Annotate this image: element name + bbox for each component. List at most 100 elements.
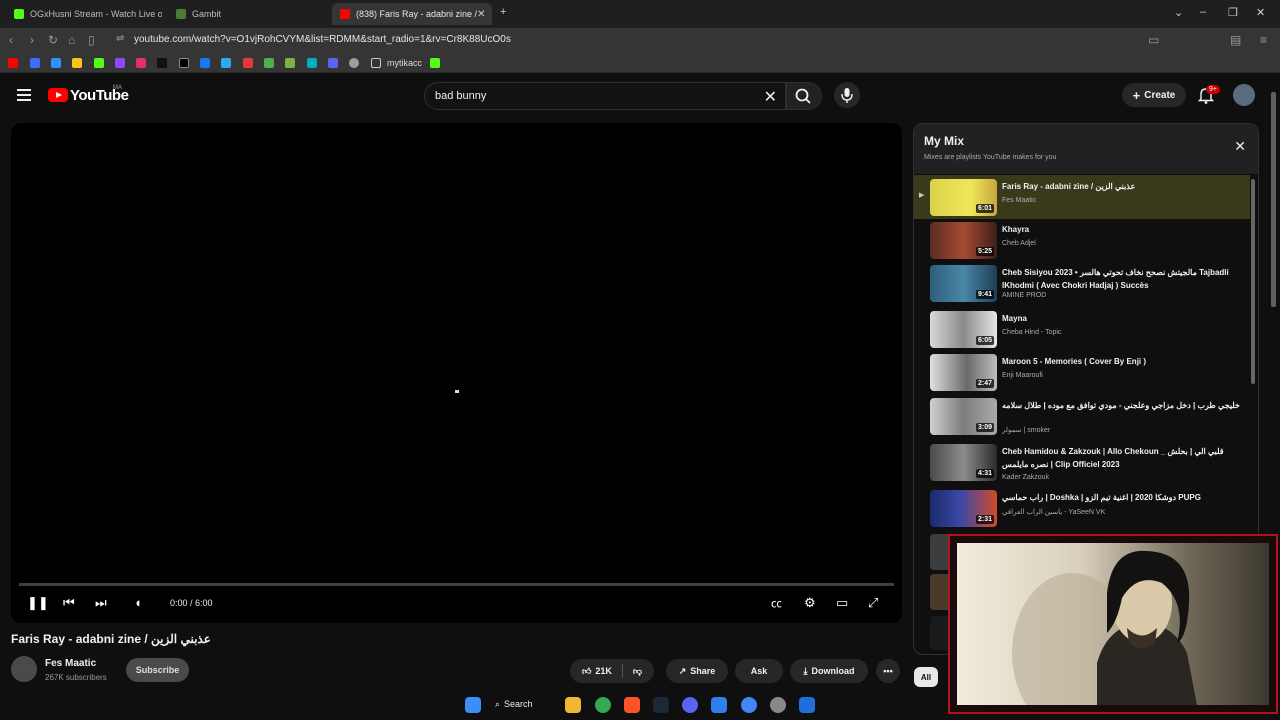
- clear-search-icon[interactable]: ✕: [764, 87, 777, 107]
- more-actions-button[interactable]: •••: [876, 659, 900, 683]
- app-icon[interactable]: [799, 697, 815, 713]
- windows-start-icon[interactable]: [465, 697, 481, 713]
- search-box[interactable]: bad bunny ✕: [424, 82, 786, 110]
- folder-icon[interactable]: [371, 58, 381, 68]
- twitch-bookmark-icon[interactable]: [115, 58, 125, 68]
- download-button[interactable]: ⤓ Download: [790, 659, 868, 683]
- captions-icon[interactable]: ㏄: [771, 595, 782, 611]
- like-count[interactable]: 21K: [595, 666, 612, 676]
- thumbnail[interactable]: 6:01: [930, 179, 997, 216]
- new-tab-button[interactable]: +: [500, 6, 506, 18]
- mix-item[interactable]: 2:47 Maroon 5 - Memories ( Cover By Enji…: [914, 350, 1250, 394]
- mix-item-title[interactable]: Mayna: [1002, 312, 1242, 325]
- window-close-icon[interactable]: ✕: [1256, 6, 1265, 19]
- kick-bookmark-icon[interactable]: [94, 58, 104, 68]
- cast-icon[interactable]: ▭: [1148, 33, 1159, 47]
- reload-icon[interactable]: ↻: [48, 33, 58, 47]
- instagram-bookmark-icon[interactable]: [136, 58, 146, 68]
- mix-item-title[interactable]: Faris Ray - adabni zine / عذبني الزين: [1002, 180, 1242, 193]
- mix-item-title[interactable]: راب حماسي | Doshka | دوشكا 2020 | اغنية …: [1002, 491, 1242, 504]
- progress-bar[interactable]: [19, 583, 894, 586]
- search-button[interactable]: [786, 82, 822, 110]
- thumbnail[interactable]: 4:31: [930, 444, 997, 481]
- chrome-icon[interactable]: [595, 697, 611, 713]
- globe-icon[interactable]: [349, 58, 359, 68]
- maximize-icon[interactable]: ❐: [1228, 6, 1238, 19]
- brave-icon[interactable]: [624, 697, 640, 713]
- thumbs-up-icon[interactable]: 👍︎: [582, 666, 591, 677]
- menu-icon[interactable]: ≡: [1260, 33, 1267, 47]
- mix-item-title[interactable]: Khayra: [1002, 223, 1242, 236]
- url-field[interactable]: youtube.com/watch?v=O1vjRohCVYM&list=RDM…: [134, 34, 511, 45]
- discord-bookmark-icon[interactable]: [328, 58, 338, 68]
- mix-item-title[interactable]: Maroon 5 - Memories ( Cover By Enji ): [1002, 355, 1242, 368]
- file-explorer-icon[interactable]: [565, 697, 581, 713]
- thumbnail[interactable]: 2:47: [930, 354, 997, 391]
- bookmark-folder-label[interactable]: mytikacc: [387, 58, 422, 68]
- channel-name[interactable]: Fes Maatic: [45, 658, 96, 669]
- site-info-icon[interactable]: ⇌: [116, 33, 124, 44]
- facebook-bookmark-icon[interactable]: [200, 58, 210, 68]
- browser-tab[interactable]: OGxHusni Stream - Watch Live o: [6, 3, 162, 25]
- next-icon[interactable]: ⏭: [95, 595, 107, 611]
- mix-item-title[interactable]: Cheb Sisiyou 2023 • مالجيتش نصحح نخاف تح…: [1002, 266, 1242, 292]
- thumbnail[interactable]: 6:05: [930, 311, 997, 348]
- volume-icon[interactable]: ◖: [134, 595, 142, 610]
- mix-item-title[interactable]: خليجي طرب | دخل مزاجي وعلجني - مودي تواف…: [1002, 399, 1242, 425]
- tiktok-bookmark-icon[interactable]: [157, 58, 167, 68]
- ask-button[interactable]: Ask: [735, 659, 783, 683]
- signal-bookmark-icon[interactable]: [430, 58, 440, 68]
- browser-tab[interactable]: Gambit: [168, 3, 326, 25]
- fullscreen-icon[interactable]: ⤢: [868, 595, 878, 611]
- thumbnail[interactable]: 5:25: [930, 222, 997, 259]
- taskbar-search[interactable]: ⌕ Search: [495, 699, 533, 710]
- create-button[interactable]: + Create: [1122, 83, 1186, 107]
- video-player[interactable]: ❚❚ ⏮ ⏭ ◖ 0:00 / 6:00 ㏄ ⚙ ▭ ⤢: [11, 123, 902, 623]
- youtube-logo-icon[interactable]: [48, 88, 68, 102]
- settings-gear-icon[interactable]: ⚙: [804, 595, 816, 611]
- chevron-down-icon[interactable]: ⌄: [1174, 6, 1183, 19]
- mix-item[interactable]: 4:31 Cheb Hamidou & Zakzouk | Allo Cheko…: [914, 440, 1250, 484]
- mix-item[interactable]: 9:41 Cheb Sisiyou 2023 • مالجيتش نصحح نخ…: [914, 261, 1250, 305]
- x-bookmark-icon[interactable]: [179, 58, 189, 68]
- mix-scrollbar[interactable]: [1251, 179, 1255, 384]
- hamburger-menu-icon[interactable]: [17, 89, 31, 101]
- voice-search-button[interactable]: [834, 82, 860, 108]
- close-icon[interactable]: ✕: [477, 9, 485, 20]
- bookmark-icon[interactable]: [51, 58, 61, 68]
- youtube-bookmark-icon[interactable]: [8, 58, 18, 68]
- close-icon[interactable]: ✕: [1234, 138, 1246, 155]
- bookmark-icon[interactable]: [72, 58, 82, 68]
- chip-all[interactable]: All: [914, 667, 938, 687]
- search-input[interactable]: bad bunny: [435, 90, 486, 102]
- bookmark-icon[interactable]: [243, 58, 253, 68]
- share-button[interactable]: ↗ Share: [666, 659, 728, 683]
- bookmark-icon[interactable]: ▯: [88, 33, 95, 47]
- mix-item[interactable]: 3:09 خليجي طرب | دخل مزاجي وعلجني - مودي…: [914, 394, 1250, 438]
- thumbnail[interactable]: 2:31: [930, 490, 997, 527]
- back-icon[interactable]: ‹: [9, 33, 13, 47]
- browser-tab-active[interactable]: (838) Faris Ray - adabni zine / ✕: [332, 3, 492, 25]
- home-icon[interactable]: ⌂: [68, 33, 75, 47]
- theater-mode-icon[interactable]: ▭: [836, 595, 848, 611]
- forward-icon[interactable]: ›: [30, 33, 34, 47]
- sidebar-icon[interactable]: ▤: [1230, 33, 1241, 47]
- chrome-icon[interactable]: [741, 697, 757, 713]
- subscribe-button[interactable]: Subscribe: [126, 658, 189, 682]
- bookmark-icon[interactable]: [307, 58, 317, 68]
- bookmark-icon[interactable]: [264, 58, 274, 68]
- discord-icon[interactable]: [682, 697, 698, 713]
- mix-item[interactable]: 5:25 Khayra Cheb Adjel: [914, 218, 1250, 262]
- mix-item-title[interactable]: Cheb Hamidou & Zakzouk | Allo Chekoun _ …: [1002, 445, 1242, 471]
- previous-icon[interactable]: ⏮: [63, 595, 75, 611]
- page-scrollbar[interactable]: [1271, 92, 1276, 307]
- bookmark-icon[interactable]: [30, 58, 40, 68]
- bookmark-icon[interactable]: [285, 58, 295, 68]
- account-avatar[interactable]: [1233, 84, 1255, 106]
- pause-icon[interactable]: ❚❚: [27, 595, 49, 611]
- thumbs-down-icon[interactable]: 👎︎: [633, 666, 642, 677]
- mix-item-current[interactable]: ▶ 6:01 Faris Ray - adabni zine / عذبني ا…: [914, 175, 1250, 219]
- thumbnail[interactable]: 9:41: [930, 265, 997, 302]
- channel-avatar[interactable]: [11, 656, 37, 682]
- minimize-icon[interactable]: –: [1200, 6, 1206, 18]
